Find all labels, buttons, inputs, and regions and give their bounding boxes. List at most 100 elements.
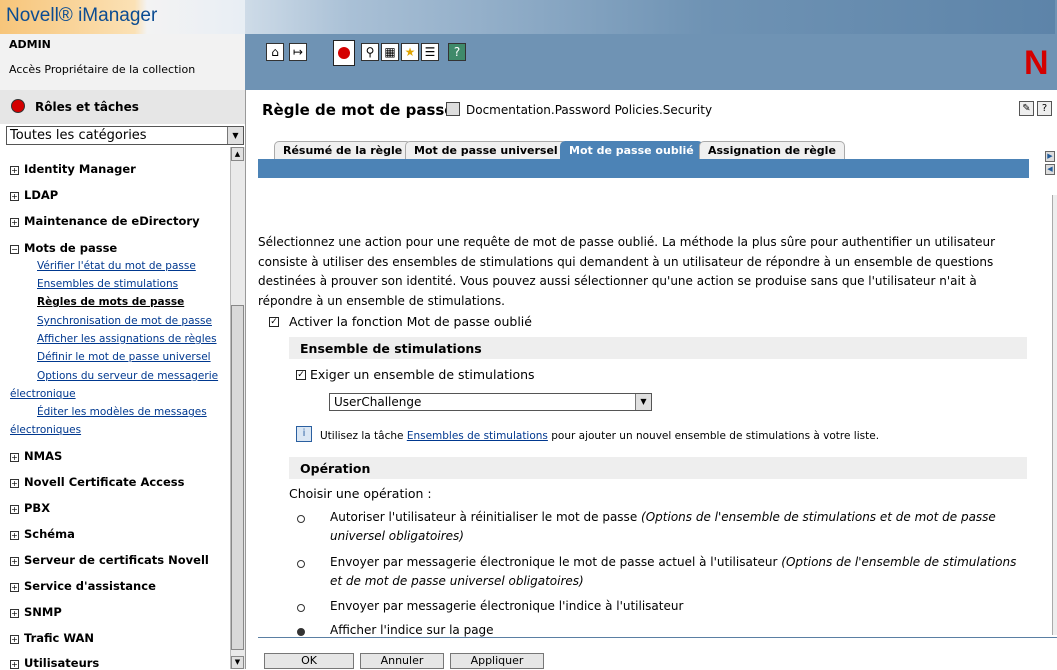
cancel-button[interactable]: Annuler bbox=[360, 653, 444, 669]
novell-logo: N bbox=[1024, 44, 1049, 82]
favorites-icon[interactable]: ★ bbox=[401, 43, 419, 61]
expand-icon[interactable]: + bbox=[10, 192, 19, 201]
info-text: Utilisez la tâche Ensembles de stimulati… bbox=[320, 430, 879, 442]
sidebar-category-snmp[interactable]: + SNMP bbox=[10, 605, 62, 619]
expand-icon[interactable]: + bbox=[10, 479, 19, 488]
expand-icon[interactable]: + bbox=[10, 453, 19, 462]
collapse-icon[interactable]: − bbox=[10, 245, 19, 254]
enable-forgotten-password-checkbox[interactable]: ✓ bbox=[269, 317, 279, 327]
task-email-server-options-cont[interactable]: électronique bbox=[10, 388, 76, 400]
ok-button[interactable]: OK bbox=[264, 653, 354, 669]
sidebar-category-passwords[interactable]: − Mots de passe bbox=[10, 241, 117, 255]
category-label: Schéma bbox=[24, 527, 75, 541]
expand-icon[interactable]: + bbox=[10, 531, 19, 540]
tab-policy-summary[interactable]: Résumé de la règle bbox=[274, 141, 412, 160]
category-label: Utilisateurs bbox=[24, 656, 100, 670]
info-text-pre: Utilisez la tâche bbox=[320, 430, 404, 442]
challenge-set-value: UserChallenge bbox=[334, 395, 422, 409]
challenge-section-title: Ensemble de stimulations bbox=[300, 341, 482, 356]
chevron-down-icon[interactable]: ▼ bbox=[227, 127, 243, 144]
category-label: PBX bbox=[24, 501, 51, 515]
help-icon[interactable]: ? bbox=[448, 43, 466, 61]
sidebar-category-certificate-server[interactable]: + Serveur de certificats Novell bbox=[10, 553, 209, 567]
home-icon[interactable]: ⌂ bbox=[266, 43, 284, 61]
expand-icon[interactable]: + bbox=[10, 505, 19, 514]
task-email-server-options[interactable]: Options du serveur de messagerie bbox=[37, 370, 218, 382]
category-label: Trafic WAN bbox=[24, 631, 95, 645]
operation-radio-reset[interactable] bbox=[297, 515, 305, 523]
expand-icon[interactable]: + bbox=[10, 660, 19, 669]
page-title: Règle de mot de passe: bbox=[262, 101, 461, 119]
challenge-sets-link[interactable]: Ensembles de stimulations bbox=[407, 430, 548, 442]
category-label: Mots de passe bbox=[24, 241, 118, 255]
task-edit-email-templates[interactable]: Éditer les modèles de messages bbox=[37, 406, 207, 418]
app-logo: Novell® iManager bbox=[6, 5, 158, 26]
category-label: Serveur de certificats Novell bbox=[24, 553, 209, 567]
operation-section-title: Opération bbox=[300, 461, 371, 476]
scroll-right-icon[interactable]: ▶ bbox=[1045, 151, 1055, 162]
sidebar-scroll-thumb[interactable] bbox=[231, 305, 244, 650]
expand-icon[interactable]: + bbox=[10, 557, 19, 566]
task-challenge-sets[interactable]: Ensembles de stimulations bbox=[37, 278, 178, 290]
operation-radio-show-hint[interactable] bbox=[297, 628, 305, 636]
sidebar-category-help-desk[interactable]: + Service d'assistance bbox=[10, 579, 156, 593]
tab-policy-assignment[interactable]: Assignation de règle bbox=[699, 141, 845, 160]
operation-radio-email-hint[interactable] bbox=[297, 604, 305, 612]
task-check-password-status[interactable]: Vérifier l'état du mot de passe bbox=[37, 260, 196, 272]
sidebar-category-pbx[interactable]: + PBX bbox=[10, 501, 50, 515]
require-challenge-checkbox[interactable]: ✓ bbox=[296, 370, 306, 380]
expand-icon[interactable]: + bbox=[10, 218, 19, 227]
operation-section-header bbox=[289, 457, 1027, 479]
expand-icon[interactable]: + bbox=[10, 166, 19, 175]
edit-icon[interactable]: ✎ bbox=[1019, 101, 1034, 116]
sidebar-category-ldap[interactable]: + LDAP bbox=[10, 188, 58, 202]
operation-option-email-password: Envoyer par messagerie électronique le m… bbox=[330, 553, 1020, 591]
info-icon: i bbox=[296, 426, 312, 442]
operation-radio-email-password[interactable] bbox=[297, 560, 305, 568]
sidebar-category-certificate-access[interactable]: + Novell Certificate Access bbox=[10, 475, 184, 489]
task-view-policy-assignments[interactable]: Afficher les assignations de règles bbox=[37, 333, 217, 345]
operation-option-show-hint: Afficher l'indice sur la page bbox=[330, 621, 1020, 637]
info-text-post: pour ajouter un nouvel ensemble de stimu… bbox=[551, 430, 880, 442]
description-text: Sélectionnez une action pour une requête… bbox=[258, 235, 996, 308]
scroll-down-icon[interactable]: ▼ bbox=[231, 656, 244, 669]
sidebar-category-users[interactable]: + Utilisateurs bbox=[10, 656, 99, 670]
sidebar-category-wan-traffic[interactable]: + Trafic WAN bbox=[10, 631, 94, 645]
task-set-universal-password[interactable]: Définir le mot de passe universel bbox=[37, 351, 211, 363]
exit-icon[interactable]: ↦ bbox=[289, 43, 307, 61]
expand-icon[interactable]: + bbox=[10, 583, 19, 592]
require-challenge-label: Exiger un ensemble de stimulations bbox=[310, 367, 535, 382]
scroll-up-icon[interactable]: ▲ bbox=[231, 147, 244, 161]
operation-text: Envoyer par messagerie électronique l'in… bbox=[330, 599, 684, 613]
category-label: Novell Certificate Access bbox=[24, 475, 185, 489]
task-edit-email-templates-cont[interactable]: électroniques bbox=[10, 424, 81, 436]
operation-option-reset: Autoriser l'utilisateur à réinitialiser … bbox=[330, 508, 1020, 546]
task-password-policies[interactable]: Règles de mots de passe bbox=[37, 296, 184, 308]
help-question-icon[interactable]: ? bbox=[1037, 101, 1052, 116]
task-password-sync[interactable]: Synchronisation de mot de passe bbox=[37, 315, 212, 327]
chevron-down-icon[interactable]: ▼ bbox=[635, 394, 651, 410]
roles-tasks-icon[interactable] bbox=[333, 40, 355, 66]
expand-icon[interactable]: + bbox=[10, 635, 19, 644]
header-decoration bbox=[175, 0, 1055, 34]
operation-option-email-hint: Envoyer par messagerie électronique l'in… bbox=[330, 597, 1020, 616]
configure-icon[interactable]: ▦ bbox=[381, 43, 399, 61]
tab-universal-password[interactable]: Mot de passe universel bbox=[405, 141, 567, 160]
view-objects-icon[interactable]: ⚲ bbox=[361, 43, 379, 61]
category-label: LDAP bbox=[24, 188, 59, 202]
operation-text: Envoyer par messagerie électronique le m… bbox=[330, 555, 778, 569]
preferences-icon[interactable]: ☰ bbox=[421, 43, 439, 61]
content-scrollbar[interactable] bbox=[1052, 195, 1057, 635]
expand-icon[interactable]: + bbox=[10, 609, 19, 618]
sidebar-category-schema[interactable]: + Schéma bbox=[10, 527, 75, 541]
apply-button[interactable]: Appliquer bbox=[450, 653, 544, 669]
operation-text: Autoriser l'utilisateur à réinitialiser … bbox=[330, 510, 638, 524]
sidebar-category-nmas[interactable]: + NMAS bbox=[10, 449, 62, 463]
policy-path: Docmentation.Password Policies.Security bbox=[466, 103, 713, 117]
sidebar-category-edirectory[interactable]: + Maintenance de eDirectory bbox=[10, 214, 200, 228]
scroll-left-icon[interactable]: ◀ bbox=[1045, 164, 1055, 175]
sidebar-category-identity-manager[interactable]: + Identity Manager bbox=[10, 162, 136, 176]
enable-forgotten-password-label: Activer la fonction Mot de passe oublié bbox=[289, 314, 532, 329]
tab-forgotten-password[interactable]: Mot de passe oublié bbox=[560, 141, 703, 160]
policy-object-icon bbox=[446, 102, 460, 116]
